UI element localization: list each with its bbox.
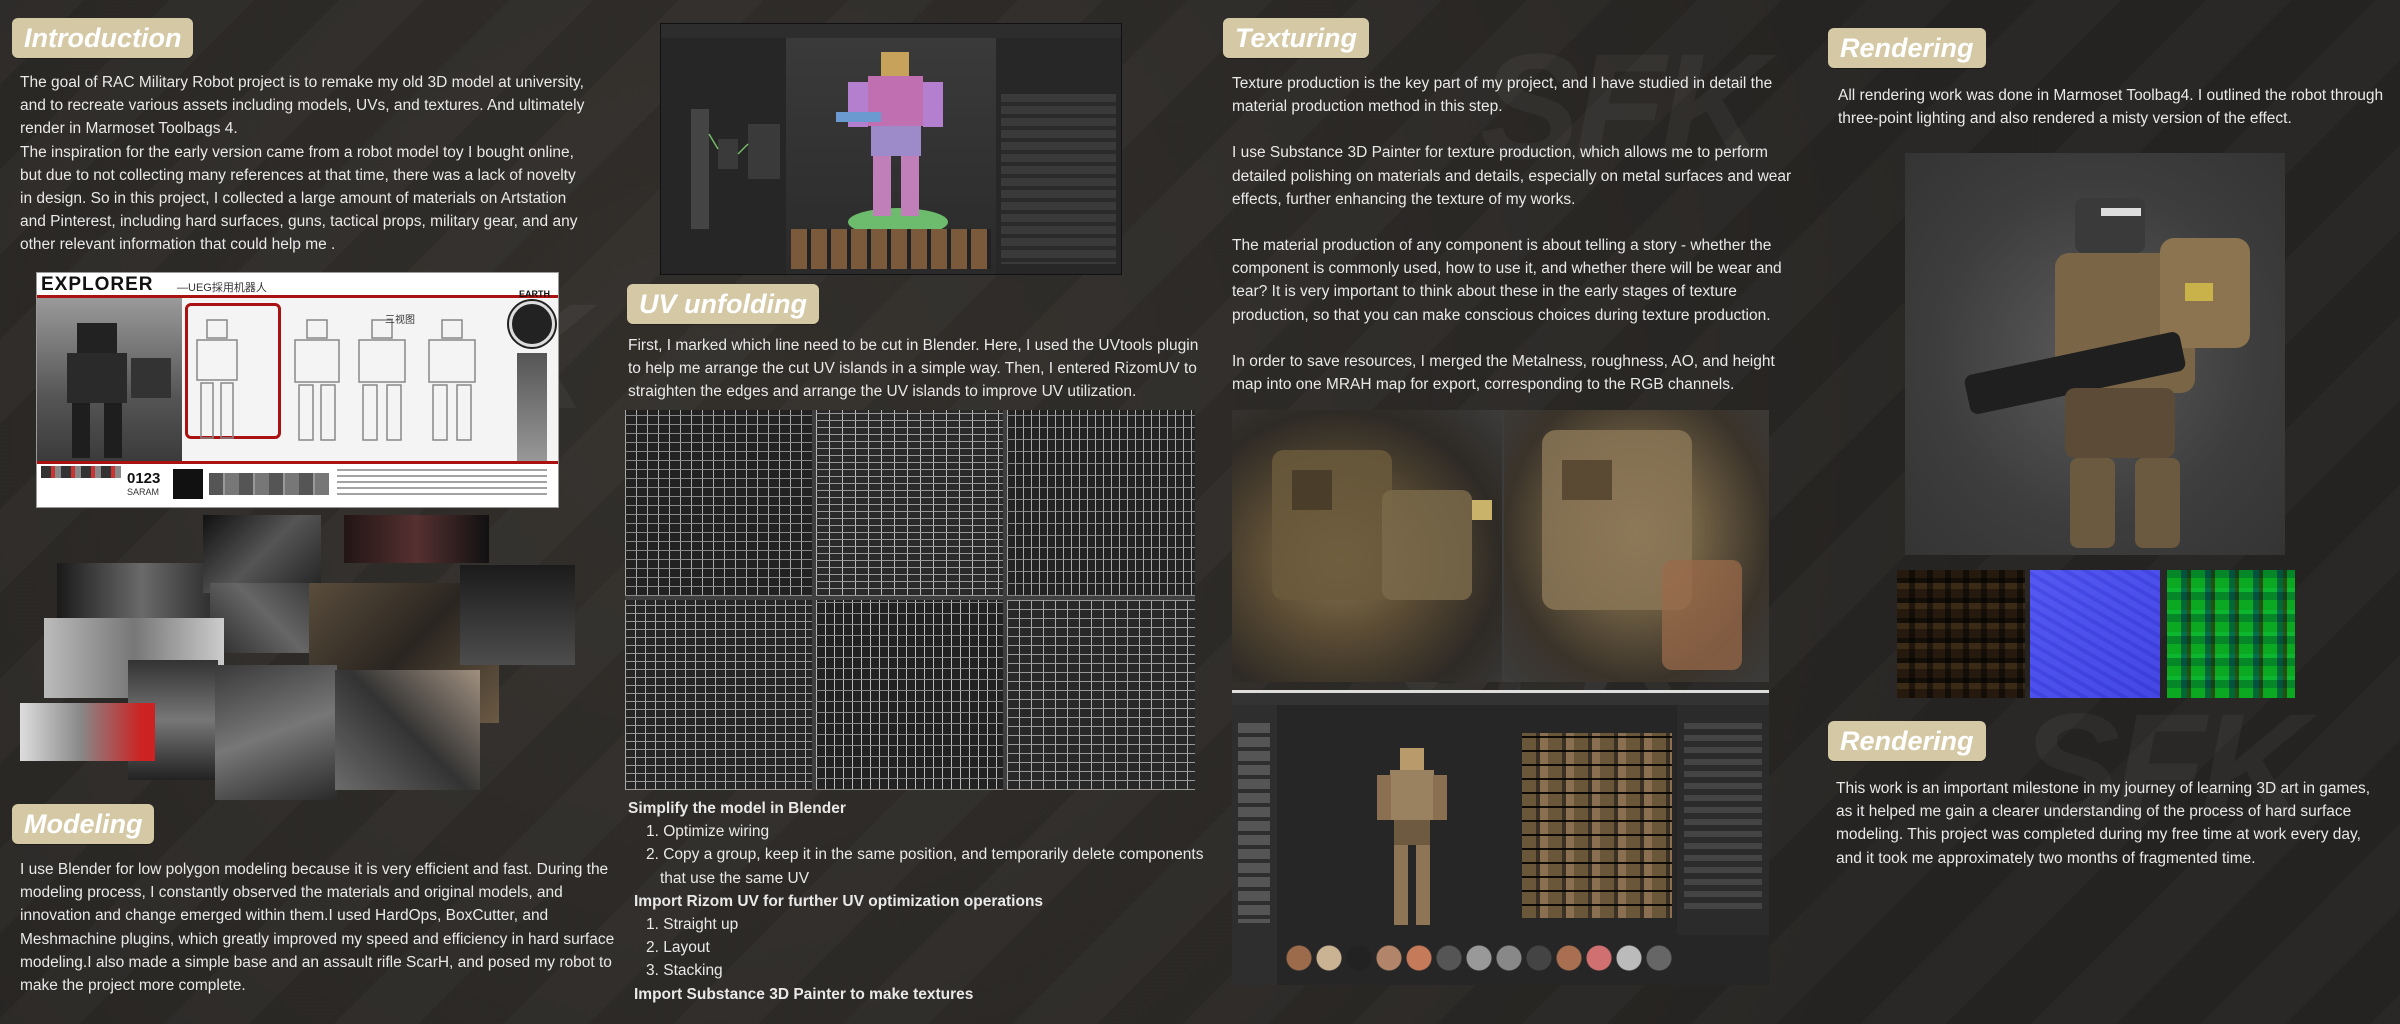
normal-map [2030, 570, 2160, 698]
uv-step-heading: Import Substance 3D Painter to make text… [634, 985, 974, 1003]
texturing-paragraph-4: In order to save resources, I merged the… [1232, 352, 1775, 394]
reference-sheet-label: 三视图 [385, 315, 415, 326]
introduction-tag: Introduction [12, 18, 194, 58]
texturing-text: Texture production is the key part of my… [1232, 72, 1792, 396]
blender-screenshot [660, 23, 1122, 275]
rendering-tag-label: Rendering [1840, 32, 1974, 63]
reference-sheet-title: EXPLORER [41, 274, 154, 295]
node-graph [691, 109, 780, 229]
reference-sheet-code: SARAM [127, 487, 160, 497]
uv-step-item: 1. Straight up [646, 916, 739, 934]
texturing-tag: Texturing [1223, 18, 1370, 58]
uv-step-item: 2. Copy a group, keep it in the same pos… [646, 846, 1204, 887]
moodboard-collage [20, 515, 575, 800]
uv-steps: Simplify the model in Blender 1. Optimiz… [628, 797, 1208, 1006]
modeling-tag-label: Modeling [24, 808, 143, 839]
mrah-texture-map [1897, 570, 2025, 698]
texturing-paragraph-3: The material production of any component… [1232, 237, 1782, 324]
introduction-paragraph-2: The inspiration for the early version ca… [20, 143, 578, 254]
modeling-tag: Modeling [12, 804, 155, 844]
robot-figure-dark [67, 323, 171, 458]
final-render-image [1905, 153, 2285, 555]
uv-layouts-grid [625, 410, 1195, 790]
rendering-paragraph: All rendering work was done in Marmoset … [1838, 87, 2384, 128]
introduction-text: The goal of RAC Military Robot project i… [20, 71, 590, 257]
tactical-gear-render [1272, 430, 1742, 670]
uv-text: First, I marked which line need to be cu… [628, 334, 1208, 404]
modeling-text: I use Blender for low polygon modeling b… [20, 858, 615, 997]
texturing-tag-label: Texturing [1235, 22, 1358, 53]
texture-detail-render [1232, 410, 1769, 682]
uv-step-item: 1. Optimize wiring [646, 823, 770, 841]
reference-sheet-subtitle: —UEG採用机器人 [177, 282, 267, 294]
substance-painter-screenshot [1232, 690, 1769, 985]
uv-paragraph: First, I marked which line need to be cu… [628, 337, 1199, 401]
texturing-paragraph-1: Texture production is the key part of my… [1232, 75, 1773, 116]
texturing-paragraph-2: I use Substance 3D Painter for texture p… [1232, 144, 1792, 208]
modeling-paragraph: I use Blender for low polygon modeling b… [20, 861, 615, 995]
uv-tag: UV unfolding [627, 284, 819, 324]
material-swatches [1282, 941, 1672, 975]
uv-step-heading: Simplify the model in Blender [628, 800, 846, 817]
reference-sheet-side: EARTH [519, 289, 550, 299]
uv-tag-label: UV unfolding [639, 288, 807, 319]
robot-viewport-model [836, 52, 948, 236]
conclusion-text: This work is an important milestone in m… [1836, 777, 2386, 870]
robot-painter-model [1377, 748, 1447, 925]
reference-sheet-image: EXPLORER —UEG採用机器人 EARTH 三视图 0123 SARAM [36, 272, 559, 508]
introduction-tag-label: Introduction [24, 22, 182, 53]
id-map [2167, 570, 2295, 698]
rendering-text: All rendering work was done in Marmoset … [1838, 84, 2390, 130]
robot-final-render [1964, 198, 2250, 548]
uv-step-item: 3. Stacking [646, 962, 723, 980]
conclusion-paragraph: This work is an important milestone in m… [1836, 780, 2371, 867]
uv-step-item: 2. Layout [646, 939, 710, 957]
reference-sheet-number: 0123 [127, 470, 161, 487]
robot-orthographic-views [196, 319, 476, 441]
introduction-paragraph-1: The goal of RAC Military Robot project i… [20, 74, 585, 138]
conclusion-tag-label: Rendering [1840, 725, 1974, 756]
rendering-tag: Rendering [1828, 28, 1986, 68]
conclusion-tag: Rendering [1828, 721, 1986, 761]
uv-step-heading: Import Rizom UV for further UV optimizat… [634, 892, 1044, 910]
